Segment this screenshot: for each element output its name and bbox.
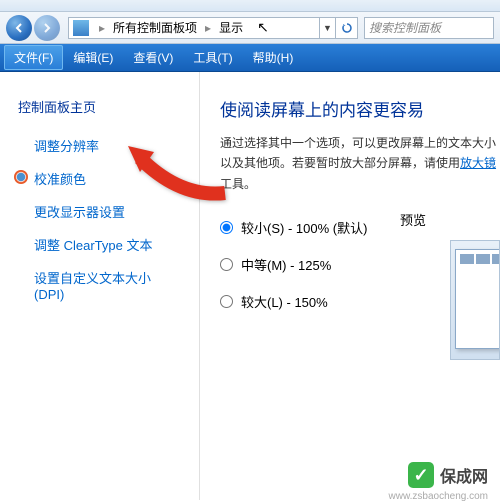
sidebar-calibrate[interactable]: 校准颜色 [14,162,185,195]
chevron-right-icon: ▸ [201,21,215,35]
watermark-icon: ✓ [408,462,434,488]
preview-label: 预览 [400,210,426,229]
chevron-right-icon: ▸ [95,21,109,35]
menu-tools[interactable]: 工具(T) [183,45,242,70]
page-title: 使阅读屏幕上的内容更容易 [220,96,500,121]
nav-forward-button[interactable] [34,15,60,41]
menu-view[interactable]: 查看(V) [123,45,183,70]
watermark-url: www.zsbaocheng.com [389,491,489,502]
control-panel-icon [73,20,89,36]
window-titlebar [0,0,500,12]
page-description: 通过选择其中一个选项，可以更改屏幕上的文本大小以及其他项。若要暂时放大部分屏幕，… [220,133,500,194]
address-bar: ▸ 所有控制面板项 ▸ 显示 ↖ ▼ 搜索控制面板 [0,12,500,44]
menu-bar: 文件(F) 编辑(E) 查看(V) 工具(T) 帮助(H) [0,44,500,72]
breadcrumb-all-items[interactable]: 所有控制面板项 [109,19,201,36]
sidebar-monitor[interactable]: 更改显示器设置 [14,195,185,228]
menu-help[interactable]: 帮助(H) [243,45,304,70]
sidebar-dpi[interactable]: 设置自定义文本大小(DPI) [14,261,185,309]
radio-small[interactable] [220,221,233,234]
breadcrumb[interactable]: ▸ 所有控制面板项 ▸ 显示 ↖ [68,17,320,39]
option-small[interactable]: 较小(S) - 100% (默认) [220,218,500,237]
preview-box [450,240,500,360]
menu-file[interactable]: 文件(F) [4,45,63,70]
watermark-text: 保成网 [440,463,488,487]
sidebar: 控制面板主页 调整分辨率 校准颜色 更改显示器设置 调整 ClearType 文… [0,72,200,500]
menu-edit[interactable]: 编辑(E) [63,45,123,70]
cursor-icon: ↖ [257,19,269,36]
sidebar-resolution[interactable]: 调整分辨率 [14,129,185,162]
radio-medium[interactable] [220,258,233,271]
breadcrumb-display[interactable]: 显示 [215,19,247,36]
shield-icon [14,170,28,184]
search-input[interactable]: 搜索控制面板 [364,17,494,39]
sidebar-home[interactable]: 控制面板主页 [14,90,185,123]
refresh-button[interactable] [336,17,358,39]
address-dropdown[interactable]: ▼ [320,17,336,39]
watermark: ✓ 保成网 [408,462,488,488]
sidebar-cleartype[interactable]: 调整 ClearType 文本 [14,228,185,261]
radio-large[interactable] [220,295,233,308]
magnifier-link[interactable]: 放大镜 [460,156,496,170]
nav-back-button[interactable] [6,15,32,41]
search-placeholder: 搜索控制面板 [369,19,441,36]
